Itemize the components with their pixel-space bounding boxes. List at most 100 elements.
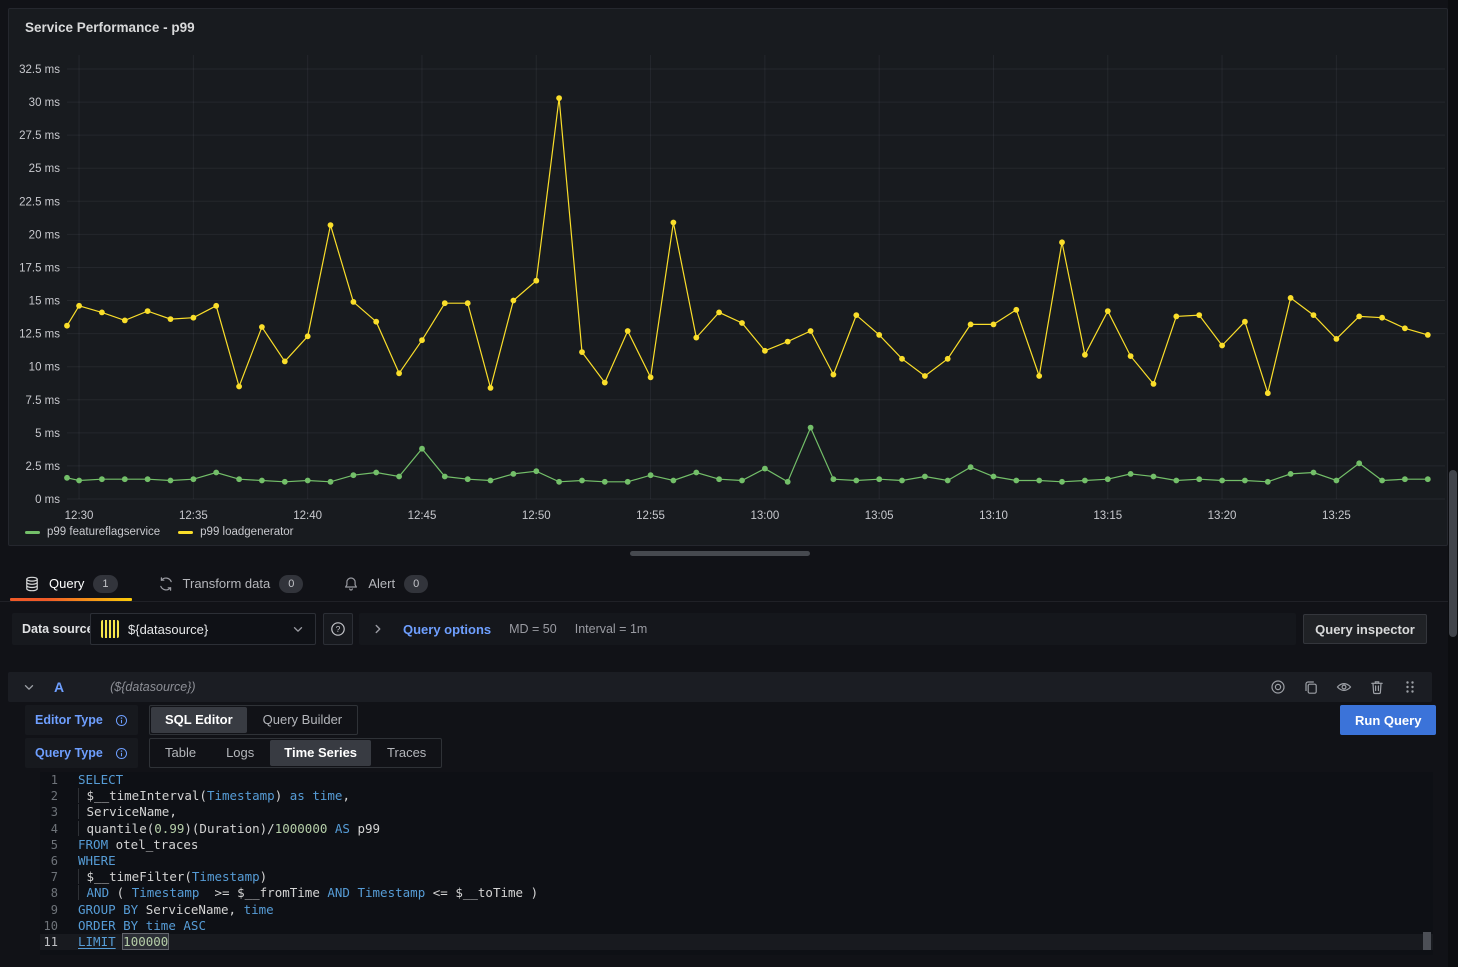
svg-text:27.5 ms: 27.5 ms	[19, 130, 60, 142]
datasource-value: ${datasource}	[128, 622, 208, 637]
line-number: 8	[40, 885, 78, 901]
query-type-label-box: Query Type	[25, 738, 138, 768]
sql-code: FROM otel_traces	[78, 837, 198, 853]
svg-text:5 ms: 5 ms	[35, 428, 60, 440]
info-icon[interactable]	[115, 747, 128, 760]
database-icon	[24, 576, 40, 592]
line-number: 2	[40, 788, 78, 804]
sql-code-editor[interactable]: 1SELECT2 $__timeInterval(Timestamp) as t…	[40, 772, 1433, 955]
line-number: 11	[40, 934, 78, 950]
sql-code: $__timeInterval(Timestamp) as time,	[78, 788, 350, 804]
tab-transform-data[interactable]: Transform data 0	[142, 566, 320, 601]
legend-item-p99-loadgenerator[interactable]: p99 loadgenerator	[178, 526, 293, 538]
grafana-panel-editor: { "panel": { "title": "Service Performan…	[0, 0, 1458, 967]
timeseries-chart[interactable]: 0 ms2.5 ms5 ms7.5 ms10 ms12.5 ms15 ms17.…	[9, 9, 1447, 545]
query-actions	[1270, 679, 1418, 695]
svg-text:2.5 ms: 2.5 ms	[25, 461, 60, 473]
svg-text:12:55: 12:55	[636, 510, 665, 522]
panel-title[interactable]: Service Performance - p99	[25, 20, 195, 35]
svg-text:17.5 ms: 17.5 ms	[19, 262, 60, 274]
horizontal-scrollbar-thumb[interactable]	[630, 551, 810, 556]
svg-text:12:30: 12:30	[65, 510, 94, 522]
duplicate-query-icon[interactable]	[1303, 679, 1319, 695]
query-type-time-series[interactable]: Time Series	[270, 740, 371, 766]
svg-text:13:25: 13:25	[1322, 510, 1351, 522]
svg-text:13:00: 13:00	[750, 510, 779, 522]
legend-color-dash	[178, 531, 193, 534]
editor-scrollbar-thumb[interactable]	[1423, 932, 1431, 950]
editor-type-label: Editor Type	[35, 713, 103, 727]
svg-text:12.5 ms: 12.5 ms	[19, 329, 60, 341]
editor-tab-bar: Query1Transform data0Alert0	[8, 566, 444, 601]
svg-text:12:35: 12:35	[179, 510, 208, 522]
editor-type-sql-editor[interactable]: SQL Editor	[151, 707, 247, 733]
tab-query[interactable]: Query 1	[8, 566, 134, 601]
page-scrollbar-thumb[interactable]	[1449, 470, 1457, 637]
sql-code: LIMIT 100000	[78, 934, 168, 950]
legend-label: p99 featureflagservice	[47, 526, 160, 538]
run-query-button[interactable]: Run Query	[1340, 705, 1436, 735]
series-line-p99-featureflagservice	[67, 428, 1428, 482]
sql-code: GROUP BY ServiceName, time	[78, 902, 274, 918]
query-row-header[interactable]: A (${datasource})	[8, 672, 1432, 702]
svg-text:?: ?	[336, 624, 341, 634]
sql-line-4[interactable]: 4 quantile(0.99)(Duration)/1000000 AS p9…	[40, 821, 1433, 837]
remove-query-trash-icon[interactable]	[1369, 679, 1385, 695]
sql-line-8[interactable]: 8 AND ( Timestamp >= $__fromTime AND Tim…	[40, 885, 1433, 901]
clickhouse-datasource-icon	[101, 620, 119, 638]
svg-text:12:45: 12:45	[408, 510, 437, 522]
datasource-help-button[interactable]: ?	[323, 613, 353, 645]
svg-text:13:15: 13:15	[1093, 510, 1122, 522]
editor-type-query-builder[interactable]: Query Builder	[248, 706, 357, 734]
sql-line-10[interactable]: 10ORDER BY time ASC	[40, 918, 1433, 934]
sql-line-9[interactable]: 9GROUP BY ServiceName, time	[40, 902, 1433, 918]
svg-text:13:10: 13:10	[979, 510, 1008, 522]
tab-alert[interactable]: Alert0	[327, 566, 444, 601]
svg-text:22.5 ms: 22.5 ms	[19, 196, 60, 208]
sql-line-7[interactable]: 7 $__timeFilter(Timestamp)	[40, 869, 1433, 885]
series-line-p99-loadgenerator	[67, 98, 1428, 393]
tabbar-divider	[0, 601, 1458, 602]
editor-type-label-box: Editor Type	[25, 705, 138, 735]
datasource-picker[interactable]: ${datasource}	[90, 613, 316, 645]
hide-response-eye-icon[interactable]	[1336, 679, 1352, 695]
tab-label: Query	[49, 576, 84, 591]
legend-item-p99-featureflagservice[interactable]: p99 featureflagservice	[25, 526, 160, 538]
bell-icon	[343, 576, 359, 592]
sql-line-6[interactable]: 6WHERE	[40, 853, 1433, 869]
legend-color-dash	[25, 531, 40, 534]
info-icon[interactable]	[115, 714, 128, 727]
tab-count-badge: 1	[93, 575, 117, 593]
chevron-right-icon	[371, 622, 385, 636]
sql-code: AND ( Timestamp >= $__fromTime AND Times…	[78, 885, 538, 901]
svg-text:30 ms: 30 ms	[29, 97, 61, 109]
query-type-logs[interactable]: Logs	[211, 739, 269, 767]
query-type-switch: TableLogsTime SeriesTraces	[149, 738, 442, 768]
sql-code: ORDER BY time ASC	[78, 918, 206, 934]
line-number: 6	[40, 853, 78, 869]
query-ref-id[interactable]: A	[54, 679, 64, 695]
query-options-md: MD = 50	[509, 622, 557, 636]
disable-query-icon[interactable]	[1270, 679, 1286, 695]
query-options-label: Query options	[403, 622, 491, 637]
chevron-down-icon	[291, 622, 305, 636]
query-type-traces[interactable]: Traces	[372, 739, 441, 767]
tab-count-badge: 0	[279, 575, 303, 593]
sql-line-2[interactable]: 2 $__timeInterval(Timestamp) as time,	[40, 788, 1433, 804]
collapse-chevron-icon[interactable]	[22, 680, 36, 694]
sql-line-1[interactable]: 1SELECT	[40, 772, 1433, 788]
sql-line-11[interactable]: 11LIMIT 100000	[40, 934, 1433, 950]
drag-handle-icon[interactable]	[1402, 679, 1418, 695]
tab-count-badge: 0	[404, 575, 428, 593]
svg-text:0 ms: 0 ms	[35, 494, 60, 506]
tab-label: Transform data	[183, 576, 271, 591]
line-number: 9	[40, 902, 78, 918]
page-scrollbar-track[interactable]	[1448, 0, 1458, 967]
query-type-table[interactable]: Table	[150, 739, 211, 767]
sql-line-5[interactable]: 5FROM otel_traces	[40, 837, 1433, 853]
query-inspector-button[interactable]: Query inspector	[1303, 614, 1427, 644]
sql-line-3[interactable]: 3 ServiceName,	[40, 804, 1433, 820]
query-options-toggle[interactable]: Query options MD = 50 Interval = 1m	[359, 613, 1296, 645]
line-number: 4	[40, 821, 78, 837]
chart-legend: p99 featureflagservice p99 loadgenerator	[25, 526, 294, 538]
